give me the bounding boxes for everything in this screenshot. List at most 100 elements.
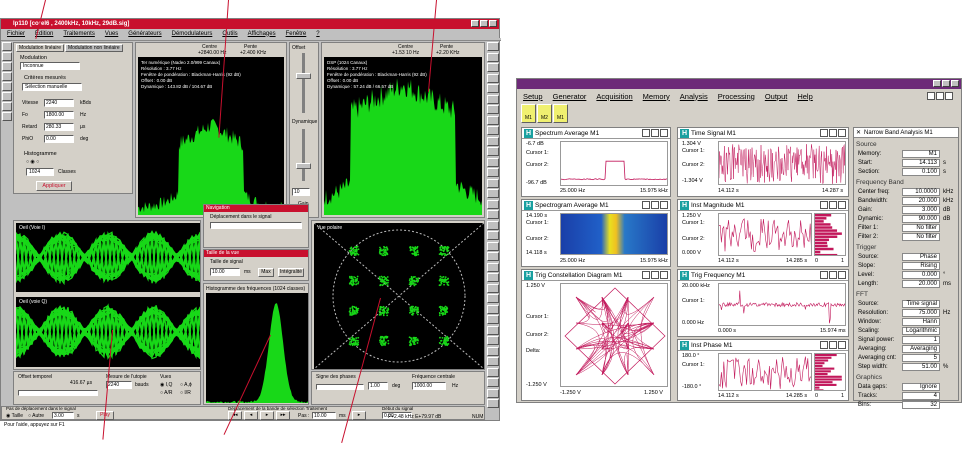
minimize-button[interactable] bbox=[933, 80, 941, 87]
nav-arrow-button[interactable]: ▸ bbox=[260, 411, 274, 420]
pas2-input[interactable]: 10.00 bbox=[312, 412, 336, 419]
tool-icon[interactable] bbox=[487, 304, 499, 314]
info-icon[interactable] bbox=[2, 112, 12, 121]
save-icon[interactable] bbox=[936, 92, 944, 100]
integralite-button[interactable]: Intégralité bbox=[278, 268, 304, 277]
dynamique-slider-thumb[interactable] bbox=[296, 163, 311, 169]
save-icon[interactable] bbox=[2, 52, 12, 61]
menu-item[interactable]: Vues bbox=[105, 31, 118, 37]
tool-icon[interactable] bbox=[487, 220, 499, 230]
plot-tool-icon[interactable] bbox=[829, 201, 837, 209]
tab-modulation-lineaire[interactable]: Modulation linéaire bbox=[16, 44, 64, 52]
maximize-button[interactable] bbox=[480, 20, 488, 27]
constellation-title[interactable]: H Trig Constellation Diagram M1 bbox=[522, 270, 670, 281]
tool-icon[interactable] bbox=[487, 73, 499, 83]
plot-tool-icon[interactable] bbox=[838, 271, 846, 279]
open-icon[interactable] bbox=[2, 42, 12, 51]
param-input[interactable]: 0.00 bbox=[44, 135, 74, 143]
vues-radio[interactable]: ○ I/R bbox=[180, 390, 191, 396]
menu-item[interactable]: Fichier bbox=[7, 31, 25, 37]
inst-phase-histogram[interactable] bbox=[814, 353, 846, 391]
tool-icon[interactable] bbox=[487, 84, 499, 93]
menu-item[interactable]: Processing bbox=[718, 92, 755, 101]
maximize-button[interactable] bbox=[942, 80, 950, 87]
dynamique-slider[interactable] bbox=[302, 129, 305, 181]
trig-frequency-plot[interactable] bbox=[718, 283, 846, 326]
nba-row-value[interactable]: 3.000 bbox=[902, 206, 940, 214]
tool-icon[interactable] bbox=[487, 199, 499, 209]
tool-icon[interactable] bbox=[487, 94, 499, 104]
autre-radio[interactable]: ○ Autre bbox=[28, 413, 44, 419]
tool-icon[interactable] bbox=[487, 115, 499, 125]
tool-icon[interactable] bbox=[487, 262, 499, 272]
nba-row-value[interactable]: No filter bbox=[902, 224, 940, 232]
param-input[interactable]: 280.33 bbox=[44, 123, 74, 131]
tool-icon[interactable] bbox=[487, 325, 499, 335]
nav-slider[interactable] bbox=[210, 222, 302, 229]
taille-radio[interactable]: ◉ Taille bbox=[6, 413, 23, 419]
menu-item[interactable]: Traitements bbox=[63, 31, 94, 37]
menu-item[interactable]: Setup bbox=[523, 92, 543, 101]
nba-row-value[interactable]: Logarithmic bbox=[902, 327, 940, 335]
spectrogram-title[interactable]: H Spectrogram Average M1 bbox=[522, 200, 670, 211]
tool-icon[interactable] bbox=[487, 157, 499, 167]
plot-tool-icon[interactable] bbox=[642, 271, 650, 279]
offset-slider[interactable] bbox=[302, 53, 305, 113]
eye-q-plot[interactable]: Oeil (voie Q) bbox=[16, 297, 200, 367]
tool-icon[interactable] bbox=[487, 378, 499, 387]
tool-icon[interactable] bbox=[487, 388, 499, 398]
plot-tool-icon[interactable] bbox=[660, 129, 668, 137]
print-icon[interactable] bbox=[2, 62, 12, 71]
nba-row-value[interactable]: 0.000 bbox=[902, 271, 940, 279]
vues-radio[interactable]: ◉ I,Q bbox=[160, 382, 172, 388]
x-icon[interactable]: ✕ bbox=[856, 128, 861, 138]
memory-button[interactable]: M2 bbox=[537, 104, 552, 123]
tool-icon[interactable] bbox=[487, 147, 499, 156]
param-input[interactable]: 1800.00 bbox=[44, 111, 74, 119]
plot-tool-icon[interactable] bbox=[838, 341, 846, 349]
nba-row-value[interactable]: 4 bbox=[902, 392, 940, 400]
spectrogram-plot[interactable] bbox=[560, 213, 668, 255]
taille-titlebar[interactable]: Taille de la vue bbox=[204, 250, 308, 257]
plot-tool-icon[interactable] bbox=[651, 271, 659, 279]
mesure-input[interactable]: 2240 bbox=[106, 381, 132, 389]
window-icon[interactable] bbox=[927, 92, 935, 100]
inst-phase-plot[interactable] bbox=[718, 353, 812, 391]
freq-histogram-plot[interactable] bbox=[206, 293, 308, 403]
tab-modulation-non-lineaire[interactable]: Modulation non linéaire bbox=[64, 44, 123, 52]
taille-input[interactable]: 10.00 bbox=[210, 268, 240, 276]
right-spectrum-plot[interactable]: DSP (1024 Canaux) Résolution : 3.77 Hz Fen… bbox=[324, 57, 482, 215]
copy-icon[interactable] bbox=[2, 82, 12, 91]
eye-i-plot[interactable]: Oeil (Voie I) bbox=[16, 223, 200, 292]
time-signal-plot[interactable] bbox=[718, 141, 846, 185]
offset-temporel-slider[interactable] bbox=[18, 390, 98, 396]
critere-select[interactable]: Sélection manuelle bbox=[22, 83, 82, 91]
nav-arrow-button[interactable]: ▸▸ bbox=[276, 411, 290, 420]
nba-row-value[interactable]: 20.000 bbox=[902, 197, 940, 205]
polar-plot[interactable]: Vue polaire bbox=[314, 223, 484, 369]
plot-tool-icon[interactable] bbox=[642, 129, 650, 137]
menu-item[interactable]: Générateurs bbox=[128, 31, 161, 37]
pas-input[interactable]: 3.00 bbox=[52, 412, 74, 419]
nba-row-value[interactable]: 1 bbox=[902, 336, 940, 344]
nba-row-value[interactable]: 14.113 bbox=[902, 159, 940, 167]
menu-item[interactable]: Help bbox=[797, 92, 812, 101]
tool-icon[interactable] bbox=[487, 63, 499, 72]
tool-icon[interactable] bbox=[487, 315, 499, 324]
offset-slider-thumb[interactable] bbox=[296, 73, 311, 79]
plot-tool-icon[interactable] bbox=[820, 271, 828, 279]
plot-tool-icon[interactable] bbox=[838, 201, 846, 209]
inst-magnitude-title[interactable]: H Inst Magnitude M1 bbox=[678, 200, 848, 211]
nba-row-value[interactable]: 20.000 bbox=[902, 280, 940, 288]
tool-icon[interactable] bbox=[487, 231, 499, 240]
constellation-plot[interactable] bbox=[560, 283, 668, 387]
menu-item[interactable]: Generator bbox=[553, 92, 587, 101]
tool-icon[interactable] bbox=[487, 399, 499, 408]
memory-button[interactable]: M1 bbox=[521, 104, 536, 123]
navigation-titlebar[interactable]: Navigation bbox=[204, 205, 308, 212]
time-signal-title[interactable]: H Time Signal M1 bbox=[678, 128, 848, 139]
trig-frequency-title[interactable]: H Trig Frequency M1 bbox=[678, 270, 848, 281]
menu-item[interactable]: Output bbox=[765, 92, 788, 101]
tool-icon[interactable] bbox=[487, 42, 499, 51]
plot-tool-icon[interactable] bbox=[651, 129, 659, 137]
